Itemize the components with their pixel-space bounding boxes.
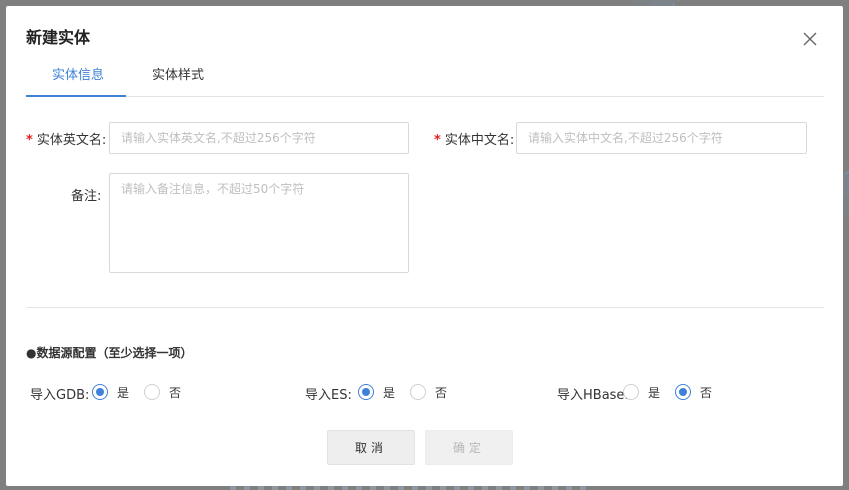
- tab-bar: 实体信息 实体样式: [26, 58, 824, 97]
- required-mark: *: [26, 133, 33, 148]
- import-gdb-radio-group: 导入GDB: 是 否: [30, 384, 230, 403]
- import-es-yes-radio[interactable]: [358, 384, 374, 400]
- english-name-input[interactable]: [109, 122, 409, 154]
- import-hbase-radio-group: 导入HBase: 是 否: [557, 384, 757, 403]
- active-tab-indicator: [26, 95, 126, 97]
- import-hbase-label: 导入HBase:: [557, 388, 629, 403]
- import-es-label: 导入ES:: [305, 388, 352, 403]
- chinese-name-label: * 实体中文名:: [434, 129, 514, 148]
- tab-entity-style[interactable]: 实体样式: [152, 58, 204, 96]
- english-name-label-text: 实体英文名:: [36, 133, 107, 148]
- cancel-button[interactable]: 取消: [327, 430, 415, 465]
- import-hbase-no-text[interactable]: 否: [700, 384, 712, 401]
- chinese-name-input[interactable]: [516, 122, 807, 154]
- import-hbase-yes-text[interactable]: 是: [648, 384, 660, 401]
- import-gdb-no-text[interactable]: 否: [169, 384, 181, 401]
- import-gdb-yes-radio[interactable]: [92, 384, 108, 400]
- new-entity-dialog: 新建实体 实体信息 实体样式 *实体英文名: *实体中文名: 备注: ●数据源配…: [6, 6, 843, 486]
- datasource-section-title: ●数据源配置（至少选择一项）: [26, 346, 193, 360]
- import-es-radio-group: 导入ES: 是 否: [305, 384, 505, 403]
- import-gdb-label: 导入GDB:: [30, 388, 90, 403]
- close-icon[interactable]: [802, 31, 818, 47]
- required-mark: *: [434, 133, 441, 148]
- import-es-no-text[interactable]: 否: [435, 384, 447, 401]
- chinese-name-label-text: 实体中文名:: [444, 133, 515, 148]
- import-es-no-radio[interactable]: [410, 384, 426, 400]
- import-hbase-yes-radio[interactable]: [623, 384, 639, 400]
- confirm-button[interactable]: 确定: [425, 430, 513, 465]
- remark-label: 备注:: [71, 189, 102, 204]
- section-divider: [26, 307, 824, 308]
- remark-textarea[interactable]: [109, 173, 409, 273]
- import-gdb-no-radio[interactable]: [144, 384, 160, 400]
- dialog-title: 新建实体: [26, 28, 91, 47]
- import-gdb-yes-text[interactable]: 是: [117, 384, 129, 401]
- import-hbase-no-radio[interactable]: [675, 384, 691, 400]
- english-name-label: * 实体英文名:: [26, 129, 106, 148]
- tab-entity-info[interactable]: 实体信息: [52, 58, 104, 96]
- import-es-yes-text[interactable]: 是: [383, 384, 395, 401]
